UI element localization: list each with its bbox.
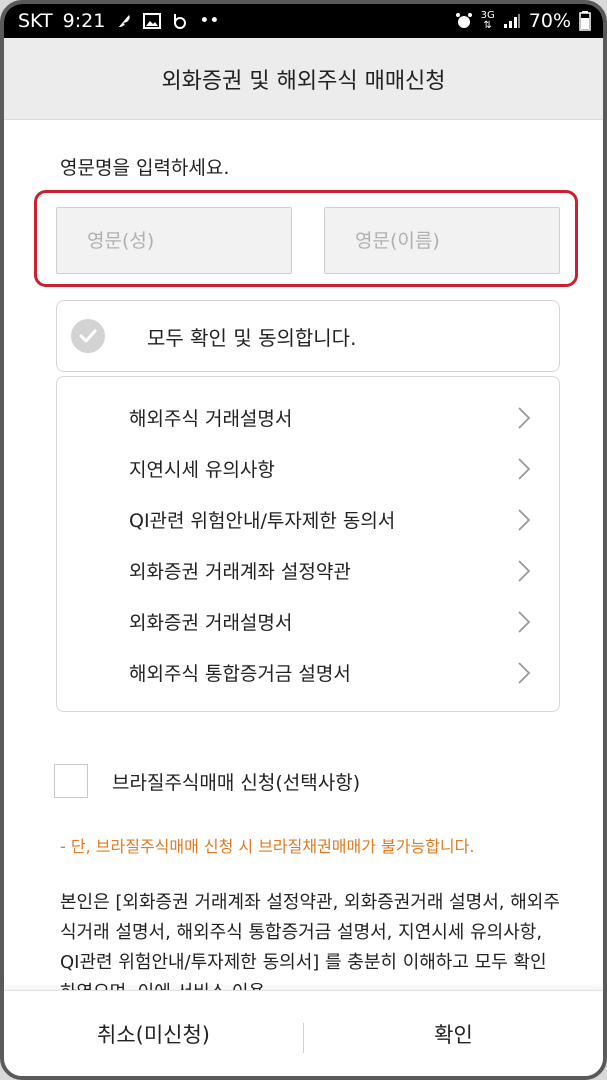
document-label: 지연시세 유의사항: [129, 459, 275, 481]
battery-percent: 70%: [528, 10, 571, 32]
consent-paragraph: 본인은 [외화증권 거래계좌 설정약관, 외화증권거래 설명서, 해외주식거래 …: [60, 892, 560, 990]
status-time: 9:21: [62, 10, 106, 32]
more-notifications-icon: ••: [199, 11, 220, 31]
name-prompt: 영문명을 입력하세요.: [60, 157, 230, 179]
agree-all-label: 모두 확인 및 동의합니다.: [147, 325, 357, 350]
check-circle-icon[interactable]: [71, 319, 105, 353]
agree-all-row[interactable]: 모두 확인 및 동의합니다.: [56, 300, 560, 372]
phone-screen: SKT 9:21 •• 3G ⇅ 70% 외화증권 및 해외주식 매매신청 영문…: [0, 0, 607, 1080]
document-label: 외화증권 거래설명서: [129, 612, 293, 634]
screen-header: 외화증권 및 해외주식 매매신청: [4, 38, 603, 120]
document-label: 해외주식 거래설명서: [129, 408, 293, 430]
form-content[interactable]: 영문명을 입력하세요. 모두 확인 및 동의합니다. 해외주식 거래설명서 지연…: [4, 120, 603, 990]
brazil-trading-label: 브라질주식매매 신청(선택사항): [112, 771, 361, 794]
confirm-button[interactable]: 확인: [304, 991, 603, 1076]
brazil-trading-checkbox[interactable]: [54, 764, 88, 798]
footer-bar: 취소(미신청) 확인: [4, 990, 603, 1076]
document-label: 해외주식 통합증거금 설명서: [129, 663, 351, 685]
status-carrier: SKT: [18, 10, 53, 32]
network-type: 3G ⇅: [480, 10, 495, 31]
page-title: 외화증권 및 해외주식 매매신청: [161, 68, 446, 94]
chevron-right-icon: [517, 406, 535, 430]
alarm-icon: [455, 12, 473, 30]
document-item-qi-risk-consent[interactable]: QI관련 위험안내/투자제한 동의서: [57, 494, 559, 545]
chevron-right-icon: [517, 508, 535, 532]
document-item-overseas-stock-guide[interactable]: 해외주식 거래설명서: [57, 392, 559, 443]
document-item-foreign-securities-guide[interactable]: 외화증권 거래설명서: [57, 596, 559, 647]
status-bar: SKT 9:21 •• 3G ⇅ 70%: [4, 4, 603, 38]
image-icon: [143, 13, 162, 29]
chevron-right-icon: [517, 457, 535, 481]
battery-icon: [579, 11, 591, 31]
document-list: 해외주식 거래설명서 지연시세 유의사항 QI관련 위험안내/투자제한 동의서 …: [56, 376, 560, 712]
document-item-account-terms[interactable]: 외화증권 거래계좌 설정약관: [57, 545, 559, 596]
brazil-notice: - 단, 브라질주식매매 신청 시 브라질채권매매가 불가능합니다.: [60, 837, 475, 856]
brazil-trading-option[interactable]: 브라질주식매매 신청(선택사항): [54, 764, 360, 798]
feather-icon: [115, 12, 133, 30]
document-item-margin-guide[interactable]: 해외주식 통합증거금 설명서: [57, 647, 559, 698]
chevron-right-icon: [517, 610, 535, 634]
english-name-group: [34, 190, 578, 287]
document-label: QI관련 위험안내/투자제한 동의서: [129, 510, 396, 532]
chevron-right-icon: [517, 661, 535, 685]
document-item-delayed-quote-notice[interactable]: 지연시세 유의사항: [57, 443, 559, 494]
signal-icon: [503, 13, 521, 29]
network-label: 3G: [480, 10, 495, 21]
last-name-input[interactable]: [56, 207, 292, 274]
document-label: 외화증권 거래계좌 설정약관: [129, 561, 351, 583]
chevron-right-icon: [517, 559, 535, 583]
b-app-icon: [171, 12, 189, 30]
cancel-button[interactable]: 취소(미신청): [4, 991, 303, 1076]
first-name-input[interactable]: [324, 207, 560, 274]
